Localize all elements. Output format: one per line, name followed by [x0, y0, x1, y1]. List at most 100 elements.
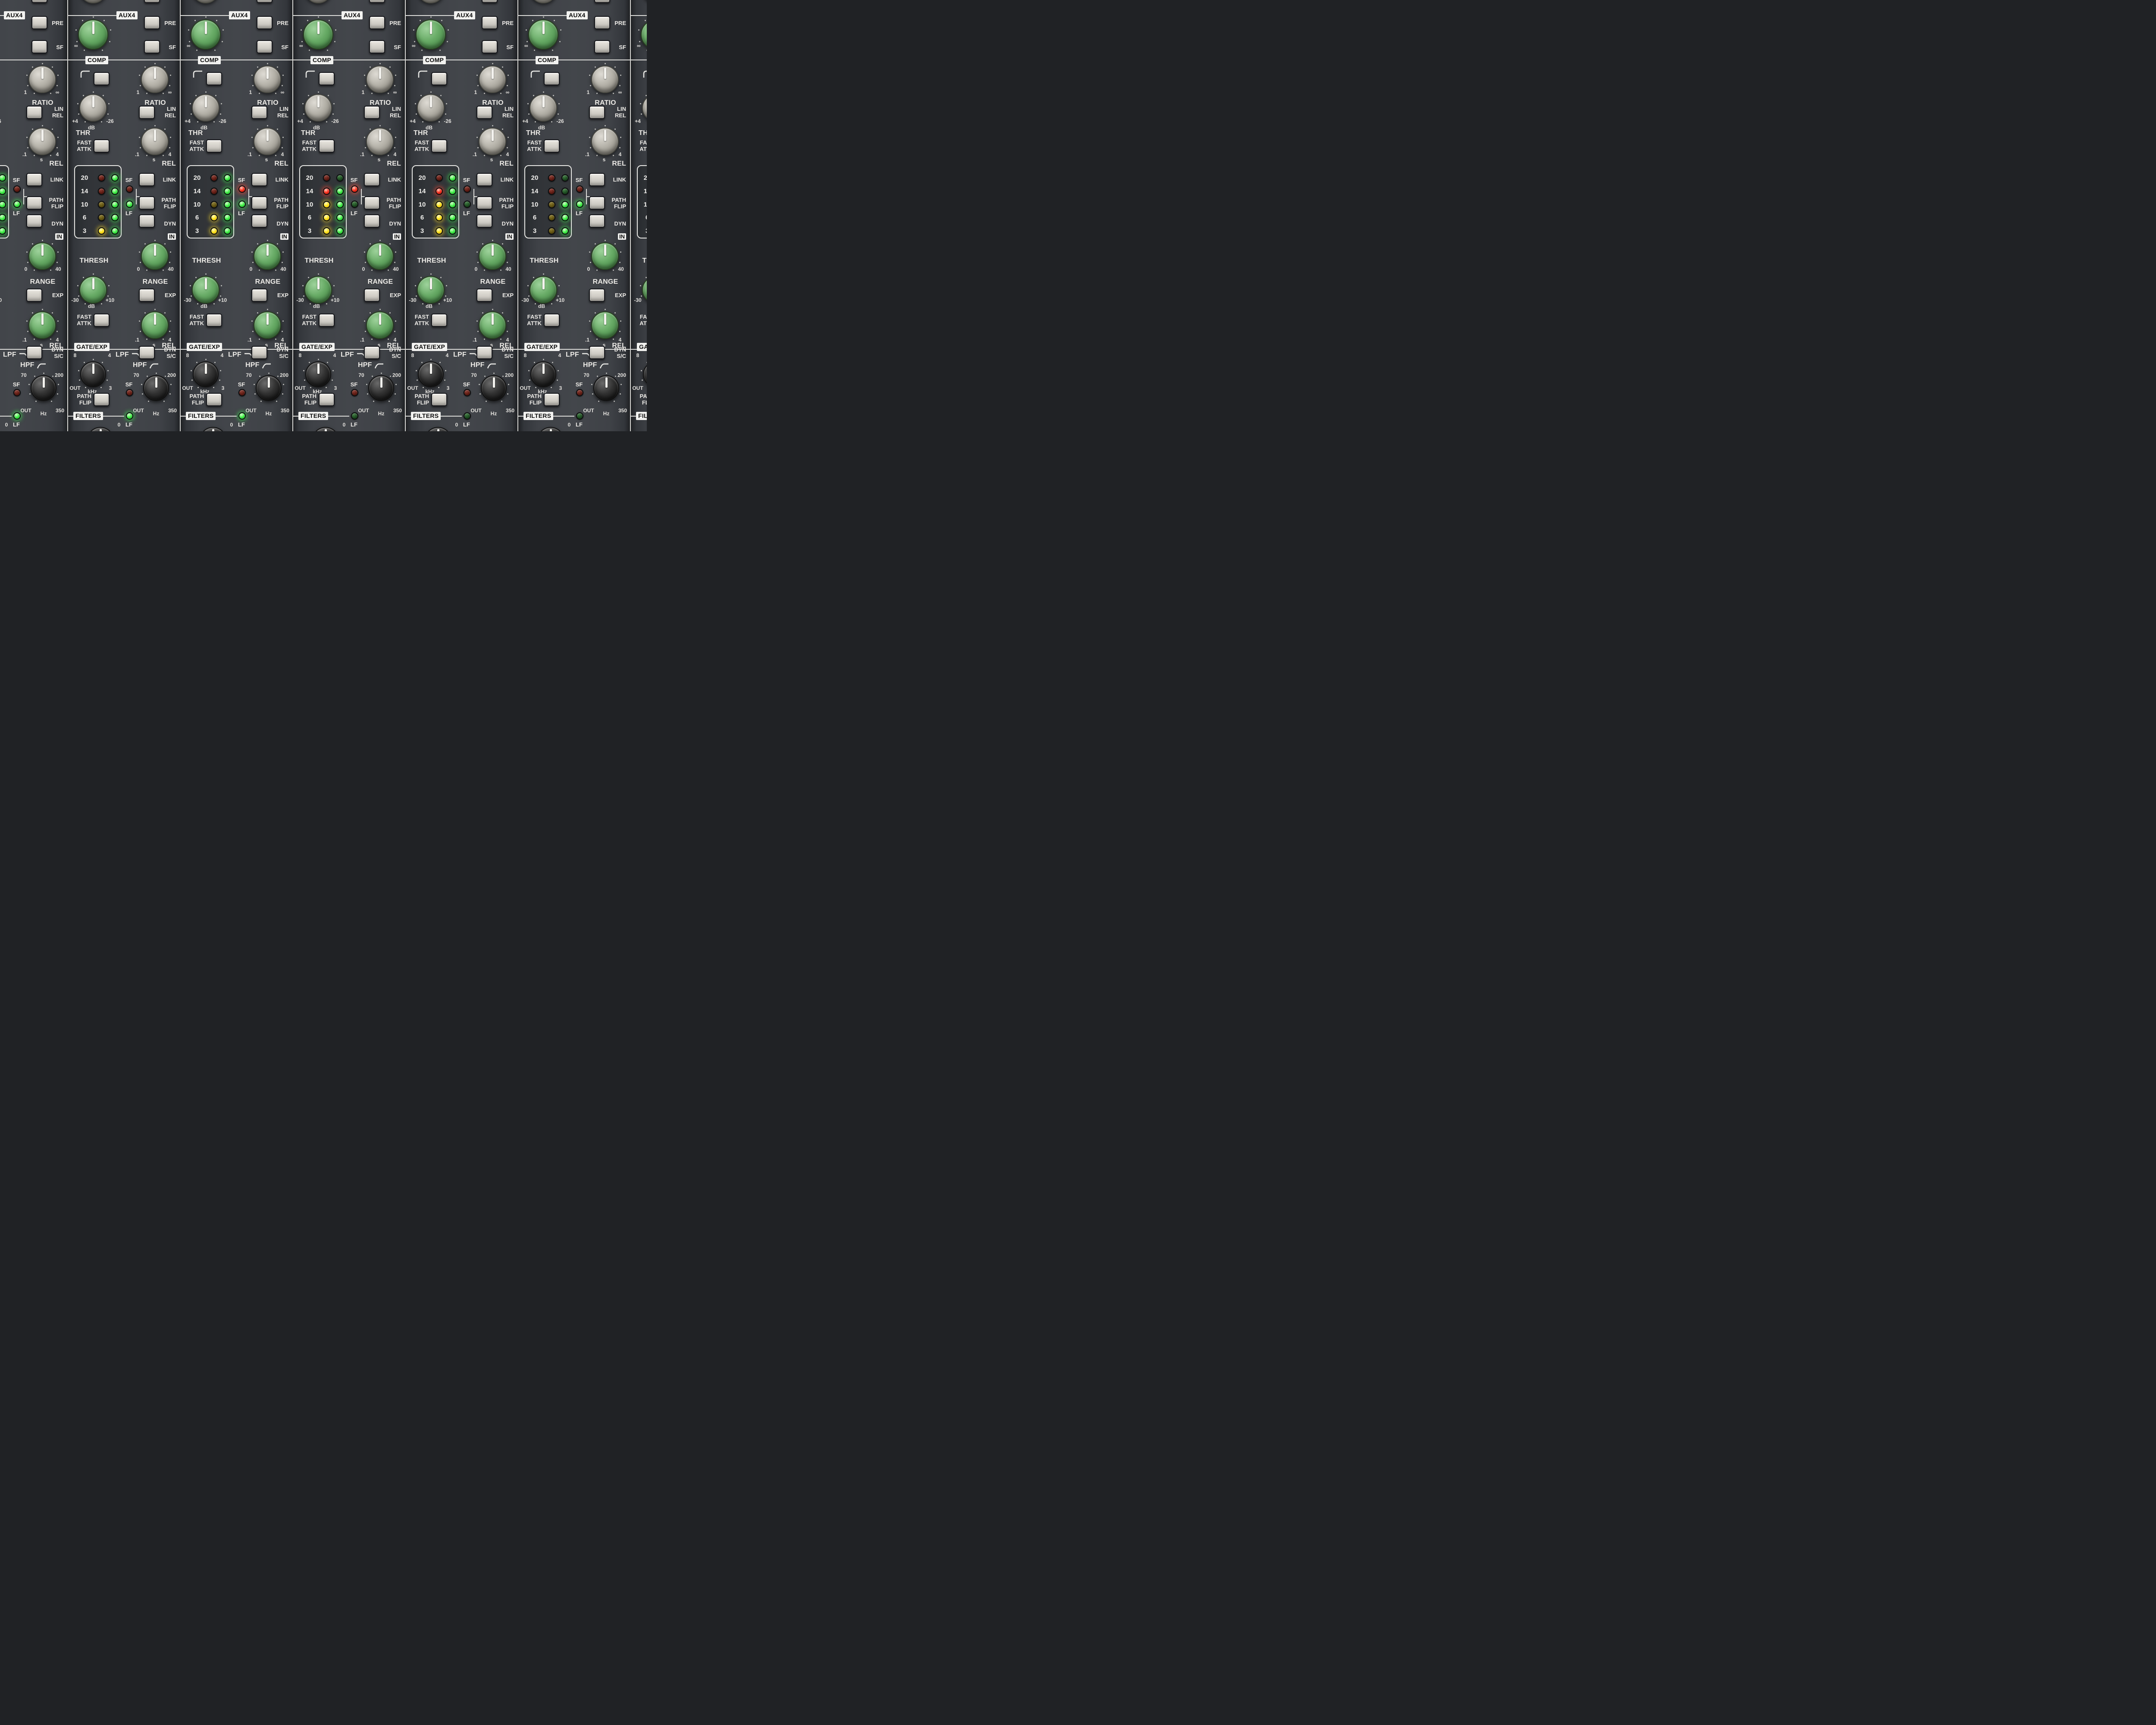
- filters-path-flip-button[interactable]: [206, 393, 222, 406]
- comp-lin-rel-button[interactable]: [476, 106, 492, 119]
- comp-release-knob[interactable]: [254, 128, 281, 155]
- gate-fast-attack-button[interactable]: [94, 314, 110, 327]
- dyn-in-button[interactable]: [589, 214, 605, 228]
- aux-send-knob[interactable]: [416, 19, 446, 50]
- comp-link-button[interactable]: [139, 173, 155, 186]
- comp-ratio-knob[interactable]: [141, 66, 169, 93]
- comp-knee-button[interactable]: [431, 72, 447, 85]
- gate-release-knob[interactable]: [479, 311, 506, 339]
- lpf-knob[interactable]: [530, 361, 556, 387]
- exp-button[interactable]: [364, 289, 380, 302]
- aux-sf-button[interactable]: [31, 40, 47, 53]
- comp-release-knob[interactable]: [366, 128, 394, 155]
- comp-path-flip-button[interactable]: [364, 196, 380, 210]
- gate-release-knob[interactable]: [591, 311, 619, 339]
- comp-knee-button[interactable]: [206, 72, 222, 85]
- gate-release-knob[interactable]: [254, 311, 281, 339]
- dyn-sc-button[interactable]: [26, 346, 42, 359]
- dyn-in-button[interactable]: [251, 214, 267, 228]
- dyn-sc-button[interactable]: [589, 346, 605, 359]
- gate-threshold-knob[interactable]: [304, 276, 332, 304]
- comp-path-flip-button[interactable]: [251, 196, 267, 210]
- gate-range-knob[interactable]: [141, 242, 169, 270]
- comp-release-knob[interactable]: [479, 128, 506, 155]
- comp-release-knob[interactable]: [141, 128, 169, 155]
- aux-sf-button[interactable]: [594, 40, 610, 53]
- exp-button[interactable]: [589, 289, 605, 302]
- comp-link-button[interactable]: [476, 173, 492, 186]
- comp-release-knob[interactable]: [28, 128, 56, 155]
- aux-pre-button[interactable]: [594, 16, 610, 29]
- hpf-knob[interactable]: [593, 375, 619, 401]
- aux-pre-button[interactable]: [31, 16, 47, 29]
- filters-path-flip-button[interactable]: [544, 393, 560, 406]
- aux-send-knob[interactable]: [78, 19, 108, 50]
- comp-link-button[interactable]: [26, 173, 42, 186]
- hpf-knob[interactable]: [256, 375, 282, 401]
- cropped-button-above[interactable]: [482, 0, 498, 3]
- comp-ratio-knob[interactable]: [254, 66, 281, 93]
- gate-range-knob[interactable]: [591, 242, 619, 270]
- dyn-in-button[interactable]: [364, 214, 380, 228]
- comp-knee-button[interactable]: [94, 72, 110, 85]
- comp-lin-rel-button[interactable]: [139, 106, 155, 119]
- cropped-button-above[interactable]: [31, 0, 47, 3]
- comp-fast-attack-button[interactable]: [206, 139, 222, 153]
- dyn-sc-button[interactable]: [476, 346, 492, 359]
- comp-path-flip-button[interactable]: [139, 196, 155, 210]
- aux-send-knob[interactable]: [191, 19, 221, 50]
- aux-pre-button[interactable]: [482, 16, 498, 29]
- aux-pre-button[interactable]: [369, 16, 385, 29]
- gate-range-knob[interactable]: [28, 242, 56, 270]
- gate-fast-attack-button[interactable]: [544, 314, 560, 327]
- gate-release-knob[interactable]: [366, 311, 394, 339]
- hpf-knob[interactable]: [31, 375, 56, 401]
- lpf-knob[interactable]: [305, 361, 331, 387]
- lpf-knob[interactable]: [418, 361, 444, 387]
- comp-lin-rel-button[interactable]: [589, 106, 605, 119]
- dyn-sc-button[interactable]: [364, 346, 380, 359]
- gate-release-knob[interactable]: [141, 311, 169, 339]
- comp-fast-attack-button[interactable]: [319, 139, 335, 153]
- comp-path-flip-button[interactable]: [476, 196, 492, 210]
- gate-threshold-knob[interactable]: [192, 276, 219, 304]
- comp-ratio-knob[interactable]: [366, 66, 394, 93]
- gate-fast-attack-button[interactable]: [431, 314, 447, 327]
- gate-threshold-knob[interactable]: [79, 276, 107, 304]
- gate-threshold-knob[interactable]: [642, 276, 647, 304]
- aux-sf-button[interactable]: [257, 40, 273, 53]
- gate-fast-attack-button[interactable]: [206, 314, 222, 327]
- filters-path-flip-button[interactable]: [94, 393, 110, 406]
- comp-fast-attack-button[interactable]: [431, 139, 447, 153]
- comp-fast-attack-button[interactable]: [94, 139, 110, 153]
- hpf-knob[interactable]: [368, 375, 394, 401]
- aux-send-knob[interactable]: [303, 19, 333, 50]
- comp-ratio-knob[interactable]: [28, 66, 56, 93]
- comp-threshold-knob[interactable]: [642, 94, 647, 122]
- dyn-sc-button[interactable]: [251, 346, 267, 359]
- comp-lin-rel-button[interactable]: [364, 106, 380, 119]
- cropped-button-above[interactable]: [144, 0, 160, 3]
- filters-path-flip-button[interactable]: [431, 393, 447, 406]
- dyn-in-button[interactable]: [476, 214, 492, 228]
- gate-range-knob[interactable]: [254, 242, 281, 270]
- comp-release-knob[interactable]: [591, 128, 619, 155]
- gate-range-knob[interactable]: [366, 242, 394, 270]
- aux-sf-button[interactable]: [144, 40, 160, 53]
- aux-sf-button[interactable]: [369, 40, 385, 53]
- cropped-button-above[interactable]: [369, 0, 385, 3]
- comp-threshold-knob[interactable]: [304, 94, 332, 122]
- comp-path-flip-button[interactable]: [26, 196, 42, 210]
- comp-threshold-knob[interactable]: [79, 94, 107, 122]
- comp-threshold-knob[interactable]: [192, 94, 219, 122]
- exp-button[interactable]: [139, 289, 155, 302]
- gate-release-knob[interactable]: [28, 311, 56, 339]
- lpf-knob[interactable]: [80, 361, 106, 387]
- comp-threshold-knob[interactable]: [530, 94, 557, 122]
- comp-link-button[interactable]: [364, 173, 380, 186]
- comp-ratio-knob[interactable]: [591, 66, 619, 93]
- comp-fast-attack-button[interactable]: [544, 139, 560, 153]
- gate-fast-attack-button[interactable]: [319, 314, 335, 327]
- dyn-in-button[interactable]: [26, 214, 42, 228]
- comp-path-flip-button[interactable]: [589, 196, 605, 210]
